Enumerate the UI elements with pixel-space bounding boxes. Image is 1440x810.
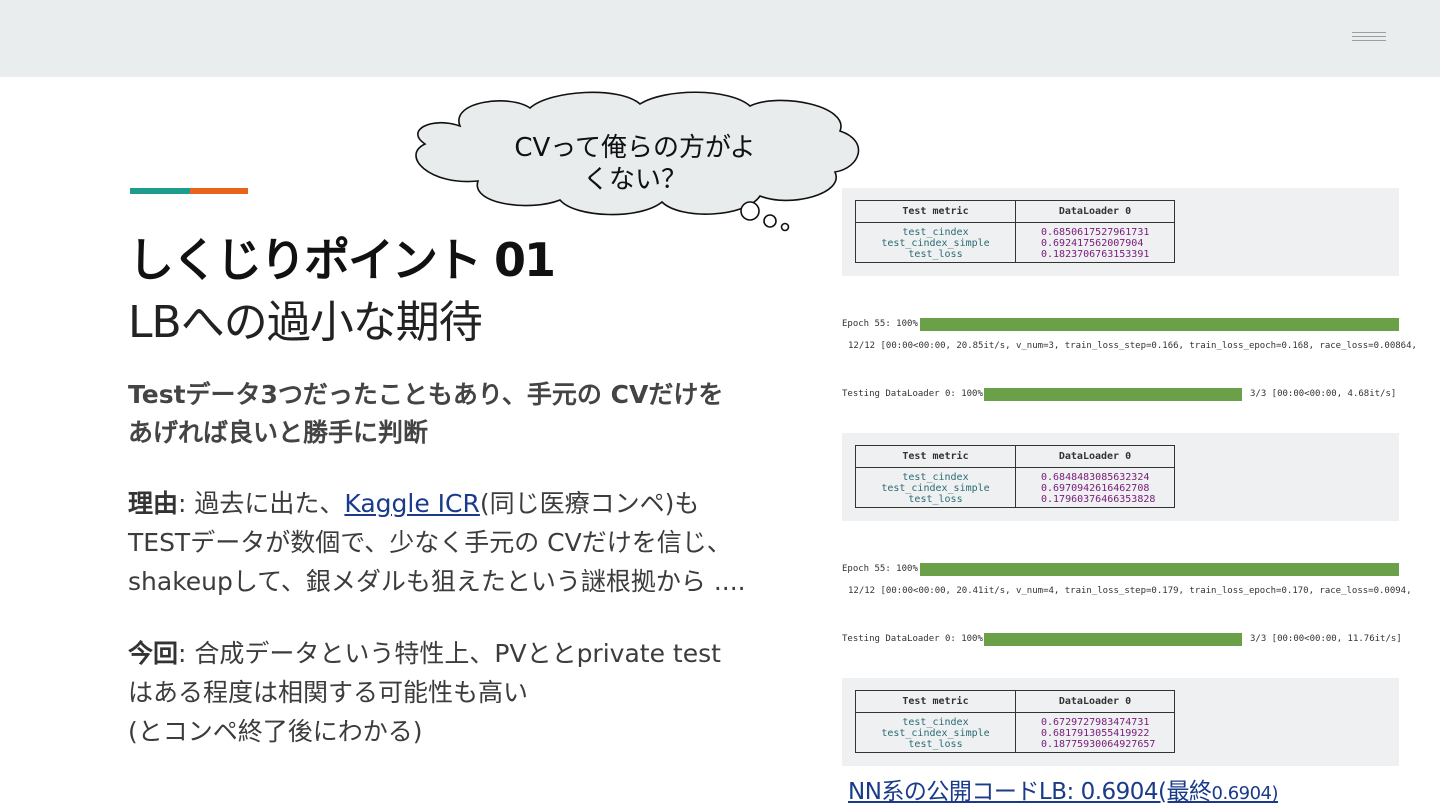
metric-header-name: Test metric — [855, 445, 1016, 468]
slide-subtitle: LBへの過小な期待 — [128, 297, 483, 348]
reason-paragraph: 理由: 過去に出た、Kaggle ICR(同じ医療コンペ)も TESTデータが数… — [128, 484, 788, 601]
now-paragraph: 今回: 合成データという特性上、PVととprivate test はある程度は相… — [128, 634, 788, 751]
metric-value: 0.6817913055419922 — [1041, 728, 1150, 739]
metric-name: test_cindex_simple — [881, 483, 990, 494]
metric-names-cell: test_cindex test_cindex_simple test_loss — [855, 712, 1016, 753]
reason-post-link: (同じ医療コンペ)も — [479, 489, 700, 518]
metric-names-cell: test_cindex test_cindex_simple test_loss — [855, 222, 1016, 263]
public-code-lb-final: 0.6904) — [1211, 783, 1279, 804]
metric-value: 0.1823706763153391 — [1041, 249, 1150, 260]
metric-value: 0.6970942616462708 — [1041, 483, 1150, 494]
metric-header-value: DataLoader 0 — [1015, 445, 1175, 468]
testing-progress-label: Testing DataLoader 0: 100% — [842, 634, 983, 644]
epoch-progress-bar — [920, 318, 1399, 331]
metric-names-cell: test_cindex test_cindex_simple test_loss — [855, 467, 1016, 508]
reason-line-1: 理由: 過去に出た、Kaggle ICR(同じ医療コンペ)も — [128, 484, 788, 523]
accent-bar-orange — [190, 188, 248, 194]
metric-table-panel: Test metric DataLoader 0 test_cindex test_… — [842, 433, 1399, 521]
metric-header-name: Test metric — [855, 200, 1016, 223]
metric-value: 0.6729727983474731 — [1041, 717, 1150, 728]
accent-bar-teal — [130, 188, 190, 194]
metric-name: test_loss — [908, 249, 963, 260]
testing-progress-bar — [984, 388, 1242, 401]
metric-name: test_cindex — [902, 227, 969, 238]
now-label: 今回 — [128, 639, 179, 668]
metric-table: Test metric DataLoader 0 test_cindex test_… — [855, 200, 1175, 263]
metric-table: Test metric DataLoader 0 test_cindex test_… — [855, 690, 1175, 753]
metric-name: test_cindex — [902, 717, 969, 728]
metric-name: test_cindex — [902, 472, 969, 483]
reason-label: 理由 — [128, 489, 179, 518]
epoch-stats: 12/12 [00:00<00:00, 20.41it/s, v_num=4, … — [848, 586, 1412, 596]
thought-bubble-text: CVって俺らの方がよ くない？ — [470, 132, 800, 196]
metric-values-cell: 0.6848483085632324 0.6970942616462708 0.17… — [1015, 467, 1175, 508]
now-line-2: はある程度は相関する可能性も高い — [128, 678, 529, 707]
metric-name: test_loss — [908, 494, 963, 505]
top-bar — [0, 0, 1440, 77]
reason-line-2: TESTデータが数個で、少なく手元の CVだけを信じ、 — [128, 528, 732, 557]
now-line-1-text: : 合成データという特性上、PVととprivate test — [178, 639, 721, 668]
now-line-3: (とコンペ終了後にわかる) — [128, 717, 423, 746]
metric-header-value: DataLoader 0 — [1015, 200, 1175, 223]
metric-header-name: Test metric — [855, 690, 1016, 713]
metric-value: 0.6850617527961731 — [1041, 227, 1150, 238]
testing-stats: 3/3 [00:00<00:00, 11.76it/s] — [1250, 634, 1402, 644]
thought-line-2: くない？ — [582, 165, 687, 195]
metric-value: 0.6848483085632324 — [1041, 472, 1150, 483]
testing-progress-label: Testing DataLoader 0: 100% — [842, 389, 983, 399]
public-code-lb-text: NN系の公開コードLB: 0.6904(最終 — [848, 779, 1212, 805]
testing-stats: 3/3 [00:00<00:00, 4.68it/s] — [1250, 389, 1397, 399]
epoch-stats: 12/12 [00:00<00:00, 20.85it/s, v_num=3, … — [848, 341, 1417, 351]
metric-header-value: DataLoader 0 — [1015, 690, 1175, 713]
public-code-lb-link[interactable]: NN系の公開コードLB: 0.6904(最終0.6904) — [848, 772, 1279, 806]
lead-line-1: Testデータ3つだったこともあり、手元の CVだけを — [128, 380, 724, 409]
epoch-progress-label: Epoch 55: 100% — [842, 319, 918, 329]
metric-value: 0.18775930064927657 — [1041, 739, 1156, 750]
epoch-progress-label: Epoch 55: 100% — [842, 564, 918, 574]
reason-line-3: shakeupして、銀メダルも狙えたという謎根拠から .... — [128, 567, 746, 596]
menu-icon[interactable] — [1352, 32, 1388, 46]
metric-value: 0.692417562007904 — [1041, 238, 1144, 249]
thought-line-1: CVって俺らの方がよ — [514, 133, 756, 163]
testing-progress-bar — [984, 633, 1242, 646]
lead-text: Testデータ3つだったこともあり、手元の CVだけを あげれば良いと勝手に判断 — [128, 376, 778, 452]
now-line-1: 今回: 合成データという特性上、PVととprivate test — [128, 634, 788, 673]
lead-line-2: あげれば良いと勝手に判断 — [128, 418, 429, 447]
metric-name: test_cindex_simple — [881, 728, 990, 739]
metric-name: test_cindex_simple — [881, 238, 990, 249]
metric-table-panel: Test metric DataLoader 0 test_cindex test_… — [842, 188, 1399, 276]
reason-pre-link: : 過去に出た、 — [178, 489, 345, 518]
metric-name: test_loss — [908, 739, 963, 750]
metric-values-cell: 0.6729727983474731 0.6817913055419922 0.18… — [1015, 712, 1175, 753]
epoch-progress-bar — [920, 563, 1399, 576]
metric-value: 0.17960376466353828 — [1041, 494, 1156, 505]
kaggle-icr-link[interactable]: Kaggle ICR — [344, 489, 480, 518]
metric-values-cell: 0.6850617527961731 0.692417562007904 0.182… — [1015, 222, 1175, 263]
metric-table: Test metric DataLoader 0 test_cindex test_… — [855, 445, 1175, 508]
metric-table-panel: Test metric DataLoader 0 test_cindex test_… — [842, 678, 1399, 766]
